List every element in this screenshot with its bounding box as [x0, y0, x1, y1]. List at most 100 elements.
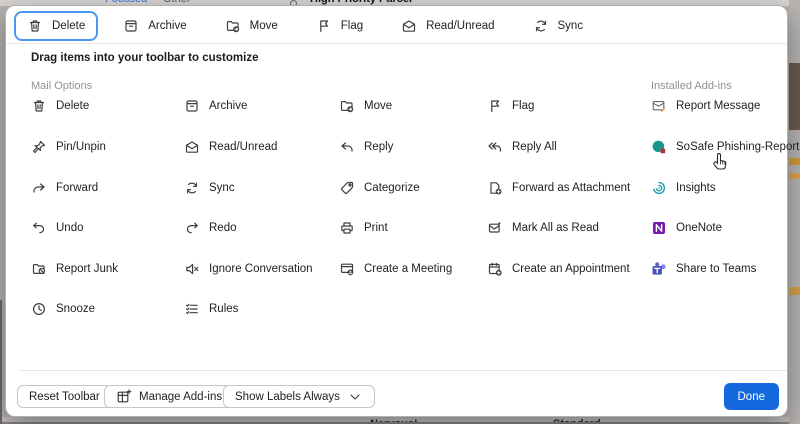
- reset-toolbar-button[interactable]: Reset Toolbar: [17, 385, 112, 408]
- bottom-text-fragment: Standard: [553, 418, 601, 424]
- screen: Focused Other – High Priority Parcel Ner…: [0, 0, 800, 424]
- option-label: Undo: [56, 222, 84, 234]
- option-label: Share to Teams: [676, 263, 756, 275]
- option-label: Print: [364, 222, 388, 234]
- underlying-content-block: [789, 63, 800, 130]
- option-archive[interactable]: Archive: [184, 96, 247, 116]
- option-label: Move: [364, 100, 392, 112]
- flag-icon: [487, 98, 503, 114]
- move-icon: [339, 98, 355, 114]
- manage-grid-icon: [116, 389, 132, 405]
- option-sync[interactable]: Sync: [184, 178, 235, 198]
- appointment-icon: [487, 261, 503, 277]
- report-message-icon: [651, 98, 667, 114]
- option-read-unread[interactable]: Read/Unread: [184, 137, 277, 157]
- option-redo[interactable]: Redo: [184, 218, 237, 238]
- option-print[interactable]: Print: [339, 218, 388, 238]
- option-label: Categorize: [364, 182, 420, 194]
- manage-addins-label: Manage Add-ins...: [139, 391, 232, 403]
- option-label: Read/Unread: [209, 141, 277, 153]
- option-reply-all[interactable]: Reply All: [487, 137, 557, 157]
- junk-icon: [31, 261, 47, 277]
- done-button[interactable]: Done: [724, 383, 780, 410]
- option-label: OneNote: [676, 222, 722, 234]
- option-mark-all-as-read[interactable]: Mark All as Read: [487, 218, 599, 238]
- chevron-down-icon: [347, 389, 363, 405]
- rules-icon: [184, 301, 200, 317]
- option-reply[interactable]: Reply: [339, 137, 393, 157]
- underlying-window-bottom: Nervous! Standard: [0, 417, 800, 424]
- customize-toolbar-dialog: Delete Archive Move Flag Read/Unread Syn…: [5, 5, 788, 417]
- option-label: Create an Appointment: [512, 263, 630, 275]
- forward-icon: [31, 180, 47, 196]
- option-share-to-teams[interactable]: Share to Teams: [651, 259, 756, 279]
- meeting-icon: [339, 261, 355, 277]
- option-create-an-appointment[interactable]: Create an Appointment: [487, 259, 630, 279]
- option-label: Ignore Conversation: [209, 263, 313, 275]
- option-move[interactable]: Move: [339, 96, 392, 116]
- pin-icon: [31, 139, 47, 155]
- option-ignore-conversation[interactable]: Ignore Conversation: [184, 259, 313, 279]
- option-label: Forward: [56, 182, 98, 194]
- option-label: Pin/Unpin: [56, 141, 106, 153]
- sosafe-icon: [651, 139, 667, 155]
- option-flag[interactable]: Flag: [487, 96, 534, 116]
- mail-check-icon: [487, 220, 503, 236]
- insights-icon: [651, 180, 667, 196]
- option-forward[interactable]: Forward: [31, 178, 98, 198]
- option-sosafe-phishing-reportin[interactable]: SoSafe Phishing-Reportin: [651, 137, 800, 157]
- underlying-window-left-edge: [0, 300, 2, 424]
- reset-toolbar-label: Reset Toolbar: [29, 391, 100, 403]
- option-report-message[interactable]: Report Message: [651, 96, 760, 116]
- divider: [18, 370, 787, 371]
- show-labels-dropdown[interactable]: Show Labels Always: [223, 385, 375, 408]
- undo-icon: [31, 220, 47, 236]
- option-delete[interactable]: Delete: [31, 96, 89, 116]
- tag-icon: [339, 180, 355, 196]
- option-label: Redo: [209, 222, 237, 234]
- option-label: Insights: [676, 182, 716, 194]
- option-label: Mark All as Read: [512, 222, 599, 234]
- reply-icon: [339, 139, 355, 155]
- reply-all-icon: [487, 139, 503, 155]
- option-label: Snooze: [56, 303, 95, 315]
- teams-icon: [651, 261, 667, 277]
- option-label: Archive: [209, 100, 247, 112]
- option-undo[interactable]: Undo: [31, 218, 84, 238]
- option-label: SoSafe Phishing-Reportin: [676, 141, 800, 153]
- option-forward-as-attachment[interactable]: Forward as Attachment: [487, 178, 630, 198]
- option-label: Report Message: [676, 100, 760, 112]
- option-onenote[interactable]: OneNote: [651, 218, 722, 238]
- print-icon: [339, 220, 355, 236]
- option-label: Rules: [209, 303, 238, 315]
- option-label: Flag: [512, 100, 534, 112]
- show-labels-value: Show Labels Always: [235, 391, 340, 403]
- trash-icon: [31, 98, 47, 114]
- option-label: Reply All: [512, 141, 557, 153]
- option-pin-unpin[interactable]: Pin/Unpin: [31, 137, 106, 157]
- option-report-junk[interactable]: Report Junk: [31, 259, 118, 279]
- option-create-a-meeting[interactable]: Create a Meeting: [339, 259, 452, 279]
- option-label: Sync: [209, 182, 235, 194]
- forward-attach-icon: [487, 180, 503, 196]
- underlying-content-block: [789, 173, 800, 179]
- bottom-text-fragment: Nervous!: [370, 418, 418, 424]
- option-label: Forward as Attachment: [512, 182, 630, 194]
- option-snooze[interactable]: Snooze: [31, 299, 95, 319]
- underlying-window-right: [789, 0, 800, 424]
- sync-icon: [184, 180, 200, 196]
- underlying-content-block: [789, 287, 800, 295]
- underlying-content-block: [789, 158, 800, 165]
- option-label: Report Junk: [56, 263, 118, 275]
- redo-icon: [184, 220, 200, 236]
- option-insights[interactable]: Insights: [651, 178, 716, 198]
- option-label: Delete: [56, 100, 89, 112]
- option-rules[interactable]: Rules: [184, 299, 238, 319]
- mail-icon: [184, 139, 200, 155]
- option-categorize[interactable]: Categorize: [339, 178, 420, 198]
- archive-icon: [184, 98, 200, 114]
- option-label: Reply: [364, 141, 393, 153]
- clock-icon: [31, 301, 47, 317]
- options-grid: Delete Archive Move Flag Pin/Unpin Read/…: [6, 6, 787, 416]
- onenote-icon: [651, 220, 667, 236]
